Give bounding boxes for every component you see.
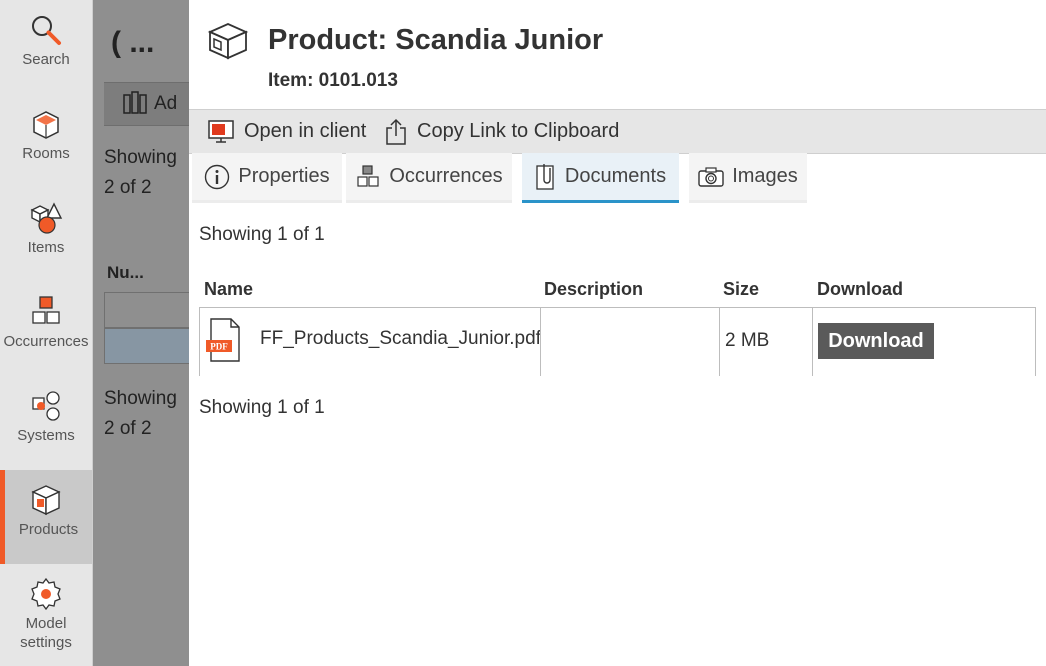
background-page: ( ... Ad Showing 2 of 2 Nu... Showing 2 … <box>93 0 189 666</box>
background-column-header: Nu... <box>107 263 144 282</box>
tab-properties[interactable]: Properties <box>192 153 342 203</box>
nav-item-systems[interactable]: Systems <box>0 376 92 470</box>
background-add-label: Ad <box>154 93 178 114</box>
systems-icon <box>32 391 60 421</box>
nav-label: Systems <box>17 427 75 444</box>
background-showing: Showing <box>104 147 177 168</box>
nav-item-rooms[interactable]: Rooms <box>0 94 92 188</box>
tab-label: Documents <box>564 165 667 187</box>
result-count-top: Showing 1 of 1 <box>199 224 325 245</box>
tab-bar: Properties Occurrences Documents Images <box>189 153 1046 203</box>
background-table-row[interactable] <box>104 292 189 328</box>
left-navigation: Search Rooms Items Occurrences Systems P… <box>0 0 93 666</box>
column-header-download[interactable]: Download <box>817 272 903 306</box>
open-in-client-label: Open in client <box>244 120 367 142</box>
pdf-file-icon: PDF <box>206 318 240 362</box>
tab-images[interactable]: Images <box>689 153 807 203</box>
page-title: Product: Scandia Junior <box>268 24 604 56</box>
columns-icon <box>123 91 147 114</box>
open-in-client-button[interactable]: Open in client <box>208 110 366 153</box>
copy-link-label: Copy Link to Clipboard <box>417 120 620 142</box>
background-add-button[interactable]: Ad <box>104 82 189 126</box>
nav-label: Rooms <box>22 145 70 162</box>
gear-icon <box>31 577 61 611</box>
items-icon <box>30 202 63 234</box>
background-title: ( ... <box>111 26 155 59</box>
item-number: Item: 0101.013 <box>268 70 398 91</box>
nav-label: Occurrences <box>3 333 89 350</box>
product-detail-panel: Product: Scandia Junior Item: 0101.013 O… <box>189 0 1046 666</box>
nav-label: Items <box>27 239 65 256</box>
background-table-row[interactable] <box>104 328 189 364</box>
tab-label: Occurrences <box>389 165 503 187</box>
nav-label: Search <box>22 51 70 68</box>
download-cell: Download <box>812 308 1036 376</box>
description-cell <box>540 308 720 376</box>
nav-item-occurrences[interactable]: Occurrences <box>0 282 92 376</box>
occurrences-icon <box>32 296 60 324</box>
copy-link-button[interactable]: Copy Link to Clipboard <box>385 110 619 153</box>
table-row: PDF FF_Products_Scandia_Junior.pdf 2 MB … <box>199 307 1036 376</box>
column-header-name[interactable]: Name <box>204 272 253 306</box>
search-icon <box>32 16 61 45</box>
column-header-description[interactable]: Description <box>544 272 643 306</box>
tab-label: Properties <box>238 165 330 187</box>
pdf-badge-label: PDF <box>210 342 228 352</box>
result-count-bottom: Showing 1 of 1 <box>199 397 325 418</box>
camera-icon <box>698 166 724 187</box>
tab-label: Images <box>732 165 798 187</box>
monitor-icon <box>208 119 234 143</box>
background-count: 2 of 2 <box>104 418 152 439</box>
share-icon <box>386 118 406 145</box>
nav-item-model-settings[interactable]: Model settings <box>0 564 92 666</box>
document-size: 2 MB <box>725 330 770 351</box>
rooms-icon <box>33 111 59 139</box>
tab-documents[interactable]: Documents <box>522 153 679 203</box>
nav-label: Model settings <box>20 615 72 651</box>
occurrences-icon <box>357 164 379 187</box>
document-name: FF_Products_Scandia_Junior.pdf <box>260 328 541 349</box>
name-cell: PDF FF_Products_Scandia_Junior.pdf <box>199 308 541 376</box>
nav-label: Products <box>18 521 79 538</box>
size-cell: 2 MB <box>719 308 813 376</box>
nav-item-search[interactable]: Search <box>0 0 92 94</box>
products-icon <box>31 485 61 516</box>
info-icon <box>205 164 230 189</box>
product-box-icon <box>207 23 249 60</box>
nav-item-products[interactable]: Products <box>0 470 92 564</box>
nav-item-items[interactable]: Items <box>0 188 92 282</box>
background-count: 2 of 2 <box>104 177 152 198</box>
background-showing: Showing <box>104 388 177 409</box>
tab-occurrences[interactable]: Occurrences <box>346 153 512 203</box>
toolbar: Open in client Copy Link to Clipboard <box>189 109 1046 154</box>
download-button[interactable]: Download <box>818 323 934 359</box>
column-header-size[interactable]: Size <box>723 272 759 306</box>
paperclip-icon <box>536 163 554 190</box>
